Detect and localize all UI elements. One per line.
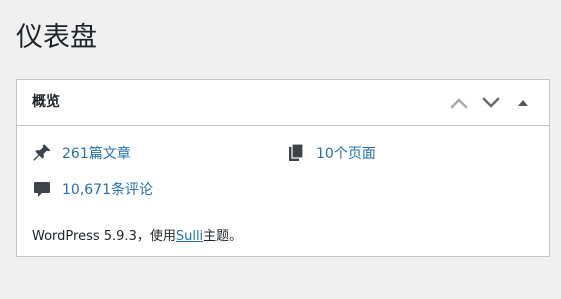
- comments-count-link[interactable]: 10,671条评论: [62, 179, 153, 199]
- move-up-button[interactable]: [443, 89, 475, 117]
- comments-count-item: 10,671条评论: [32, 179, 153, 199]
- version-suffix: 主题。: [203, 229, 243, 244]
- widget-handle-actions: [443, 89, 539, 117]
- chevron-up-icon: [450, 98, 468, 109]
- pages-count-item: 10个页面: [286, 143, 376, 163]
- posts-count-link[interactable]: 261篇文章: [62, 143, 131, 163]
- move-down-button[interactable]: [475, 89, 507, 117]
- widget-content: 261篇文章 10个页面 10,671条评论 WordPress 5.9.3，使…: [17, 126, 549, 257]
- version-prefix: WordPress 5.9.3，使用: [32, 229, 176, 244]
- wordpress-version-text: WordPress 5.9.3，使用Sulli主题。: [32, 225, 242, 244]
- pages-icon: [286, 143, 306, 163]
- toggle-panel-button[interactable]: [507, 89, 539, 117]
- widget-header: 概览: [17, 80, 549, 126]
- at-a-glance-widget: 概览 261篇文章 10个页面 10,671条评论 WordPress 5.9.…: [16, 79, 550, 257]
- posts-count-item: 261篇文章: [32, 143, 131, 163]
- theme-link[interactable]: Sulli: [176, 229, 203, 244]
- comment-icon: [32, 179, 52, 199]
- chevron-down-icon: [482, 97, 500, 108]
- page-title: 仪表盘: [16, 22, 97, 53]
- widget-title[interactable]: 概览: [32, 93, 60, 113]
- pages-count-link[interactable]: 10个页面: [316, 143, 376, 163]
- pin-icon: [32, 143, 52, 163]
- triangle-up-icon: [518, 100, 528, 106]
